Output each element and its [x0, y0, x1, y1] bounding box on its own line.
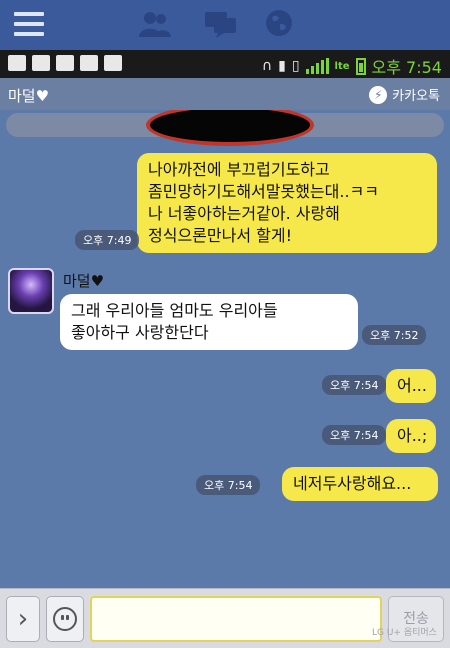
lock-notification-icon	[8, 55, 26, 71]
smiley-icon	[53, 607, 77, 631]
facebook-top-bar	[0, 0, 450, 50]
message-timestamp: 오후 7:54	[196, 475, 261, 495]
notifications-globe-icon[interactable]	[264, 8, 294, 38]
message-input[interactable]	[90, 596, 382, 642]
status-clock: 오후 7:54	[371, 58, 442, 77]
redaction-scribble	[150, 110, 310, 142]
chat-area[interactable]: 나아까전에 부끄럽기도하고 좀민망하기도해서말못했는대..ㅋㅋ 나 너좋아하는거…	[0, 110, 450, 588]
their-message-bubble[interactable]: 그래 우리아들 엄마도 우리아들 좋아하구 사랑한단다	[60, 294, 358, 350]
kakaotalk-logo-icon: ⚡	[369, 85, 388, 104]
my-message-bubble[interactable]: 나아까전에 부끄럽기도하고 좀민망하기도해서말못했는대..ㅋㅋ 나 너좋아하는거…	[137, 153, 437, 253]
chat-title: 마덜♥	[8, 87, 50, 105]
carrier-watermark: LG U+ 옵티머스	[372, 628, 437, 638]
brand-label: 카카오톡	[392, 89, 440, 104]
chat-header: 마덜♥ ⚡ 카카오톡	[0, 78, 450, 110]
message-timestamp: 오후 7:54	[322, 375, 387, 395]
search-notification-icon	[104, 55, 122, 71]
expand-menu-button[interactable]: ›	[6, 596, 40, 642]
my-message-bubble[interactable]: 아..;	[386, 419, 436, 453]
checkmail-notification-icon	[80, 55, 98, 71]
mail-notification-icon	[56, 55, 74, 71]
message-input-bar: › 전송 LG U+ 옵티머스	[0, 588, 450, 648]
my-message-bubble[interactable]: 네저두사랑해요...	[282, 467, 438, 501]
friend-requests-icon[interactable]	[138, 10, 172, 38]
vibrate-icon: ▯	[291, 58, 300, 74]
message-timestamp: 오후 7:49	[75, 230, 140, 250]
sim-icon: ▮	[278, 58, 286, 74]
message-timestamp: 오후 7:52	[362, 325, 427, 345]
status-bar: ∩ ▮ ▯ lte 오후 7:54	[0, 50, 450, 78]
messages-icon[interactable]	[204, 10, 238, 38]
my-message-bubble[interactable]: 어...	[386, 369, 436, 403]
mail-notification-icon	[32, 55, 50, 71]
network-type: lte	[334, 60, 350, 72]
signal-icon	[305, 58, 329, 74]
emoticon-button[interactable]	[46, 596, 84, 642]
sender-name: 마덜♥	[63, 272, 105, 290]
kakaotalk-brand: ⚡ 카카오톡	[369, 85, 440, 104]
menu-icon[interactable]	[14, 12, 44, 36]
avatar[interactable]	[8, 268, 54, 314]
message-timestamp: 오후 7:54	[322, 425, 387, 445]
battery-icon	[355, 57, 366, 75]
headset-icon: ∩	[261, 58, 273, 74]
